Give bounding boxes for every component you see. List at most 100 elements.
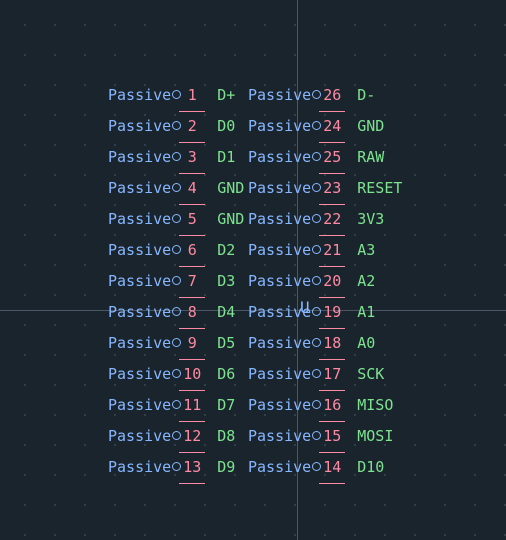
pin-net-name: A1 (357, 303, 375, 321)
pin-endpoint-icon (312, 400, 321, 409)
right-pin-25[interactable]: Passive 25 RAW (248, 142, 402, 173)
left-pin-13[interactable]: Passive13 D9 (108, 452, 244, 483)
pin-number: 20 (322, 266, 342, 297)
pin-number: 25 (322, 142, 342, 173)
pin-electrical-type: Passive (248, 303, 311, 321)
left-pin-1[interactable]: Passive1 D+ (108, 80, 244, 111)
pin-endpoint-icon (312, 431, 321, 440)
pin-electrical-type: Passive (248, 272, 311, 290)
pin-number: 5 (182, 204, 202, 235)
left-pin-6[interactable]: Passive6 D2 (108, 235, 244, 266)
pin-electrical-type: Passive (248, 334, 311, 352)
pin-net-name: GND (217, 179, 244, 197)
pin-net-name: RAW (357, 148, 384, 166)
pin-endpoint-icon (312, 152, 321, 161)
right-pin-14[interactable]: Passive 14 D10 (248, 452, 402, 483)
pin-number: 21 (322, 235, 342, 266)
pin-electrical-type: Passive (108, 396, 171, 414)
pin-net-name: D- (357, 86, 375, 104)
pin-electrical-type: Passive (108, 458, 171, 476)
right-pin-15[interactable]: Passive15 MOSI (248, 421, 402, 452)
pin-electrical-type: Passive (248, 86, 311, 104)
pin-electrical-type: Passive (108, 272, 171, 290)
pin-number: 23 (322, 173, 342, 204)
left-pin-10[interactable]: Passive10 D6 (108, 359, 244, 390)
pin-endpoint-icon (312, 307, 321, 316)
pin-endpoint-icon (312, 369, 321, 378)
pin-number: 13 (182, 452, 202, 483)
left-pin-12[interactable]: Passive12 D8 (108, 421, 244, 452)
pin-electrical-type: Passive (108, 334, 171, 352)
pin-number: 16 (322, 390, 342, 421)
pin-endpoint-icon (312, 462, 321, 471)
schematic-canvas[interactable]: U Passive1 D+Passive2 D0Passive3 D1Passi… (0, 0, 506, 540)
pin-number: 18 (322, 328, 342, 359)
pin-electrical-type: Passive (248, 241, 311, 259)
left-pin-7[interactable]: Passive7 D3 (108, 266, 244, 297)
pin-electrical-type: Passive (108, 86, 171, 104)
pin-number: 2 (182, 111, 202, 142)
pin-endpoint-icon (172, 152, 181, 161)
left-pin-4[interactable]: Passive4 GND (108, 173, 244, 204)
right-pin-26[interactable]: Passive 26 D- (248, 80, 402, 111)
pin-column-left: Passive1 D+Passive2 D0Passive3 D1Passive… (108, 80, 244, 483)
pin-endpoint-icon (312, 90, 321, 99)
right-pin-19[interactable]: Passive 19 A1 (248, 297, 402, 328)
pin-endpoint-icon (312, 276, 321, 285)
pin-endpoint-icon (172, 400, 181, 409)
pin-net-name: A3 (357, 241, 375, 259)
pin-net-name: D6 (217, 365, 235, 383)
pin-number: 14 (322, 452, 342, 483)
pin-net-name: GND (357, 117, 384, 135)
pin-number: 17 (322, 359, 342, 390)
right-pin-17[interactable]: Passive 17 SCK (248, 359, 402, 390)
right-pin-22[interactable]: Passive22 3V3 (248, 204, 402, 235)
pin-net-name: A0 (357, 334, 375, 352)
pin-electrical-type: Passive (248, 210, 311, 228)
left-pin-2[interactable]: Passive 2 D0 (108, 111, 244, 142)
pin-endpoint-icon (172, 369, 181, 378)
pin-net-name: D0 (217, 117, 235, 135)
pin-net-name: D8 (217, 427, 235, 445)
pin-electrical-type: Passive (248, 117, 311, 135)
pin-number: 19 (322, 297, 342, 328)
pin-number: 26 (322, 80, 342, 111)
right-pin-21[interactable]: Passive 21 A3 (248, 235, 402, 266)
pin-endpoint-icon (312, 245, 321, 254)
pin-number: 11 (182, 390, 202, 421)
pin-electrical-type: Passive (108, 148, 171, 166)
pin-endpoint-icon (172, 183, 181, 192)
right-pin-23[interactable]: Passive23 RESET (248, 173, 402, 204)
pin-net-name: D7 (217, 396, 235, 414)
pin-endpoint-icon (172, 90, 181, 99)
pin-electrical-type: Passive (108, 117, 171, 135)
right-pin-18[interactable]: Passive 18 A0 (248, 328, 402, 359)
pin-number: 24 (322, 111, 342, 142)
pin-net-name: D5 (217, 334, 235, 352)
pin-electrical-type: Passive (108, 179, 171, 197)
left-pin-5[interactable]: Passive5 GND (108, 204, 244, 235)
right-pin-20[interactable]: Passive20 A2 (248, 266, 402, 297)
pin-endpoint-icon (312, 214, 321, 223)
pin-endpoint-icon (312, 338, 321, 347)
left-pin-11[interactable]: Passive 11 D7 (108, 390, 244, 421)
pin-electrical-type: Passive (108, 210, 171, 228)
right-pin-24[interactable]: Passive 24 GND (248, 111, 402, 142)
pin-column-right: Passive26 D-Passive24 GNDPassive25 RAWPa… (248, 80, 402, 483)
pin-electrical-type: Passive (248, 427, 311, 445)
pin-net-name: D10 (357, 458, 384, 476)
pin-electrical-type: Passive (248, 458, 311, 476)
pin-endpoint-icon (312, 183, 321, 192)
pin-net-name: MOSI (357, 427, 393, 445)
pin-number: 3 (182, 142, 202, 173)
left-pin-8[interactable]: Passive8 D4 (108, 297, 244, 328)
pin-electrical-type: Passive (248, 148, 311, 166)
pin-net-name: MISO (357, 396, 393, 414)
pin-net-name: D2 (217, 241, 235, 259)
left-pin-3[interactable]: Passive3 D1 (108, 142, 244, 173)
right-pin-16[interactable]: Passive16 MISO (248, 390, 402, 421)
pin-number: 1 (182, 80, 202, 111)
left-pin-9[interactable]: Passive9 D5 (108, 328, 244, 359)
pin-net-name: SCK (357, 365, 384, 383)
pin-electrical-type: Passive (248, 365, 311, 383)
